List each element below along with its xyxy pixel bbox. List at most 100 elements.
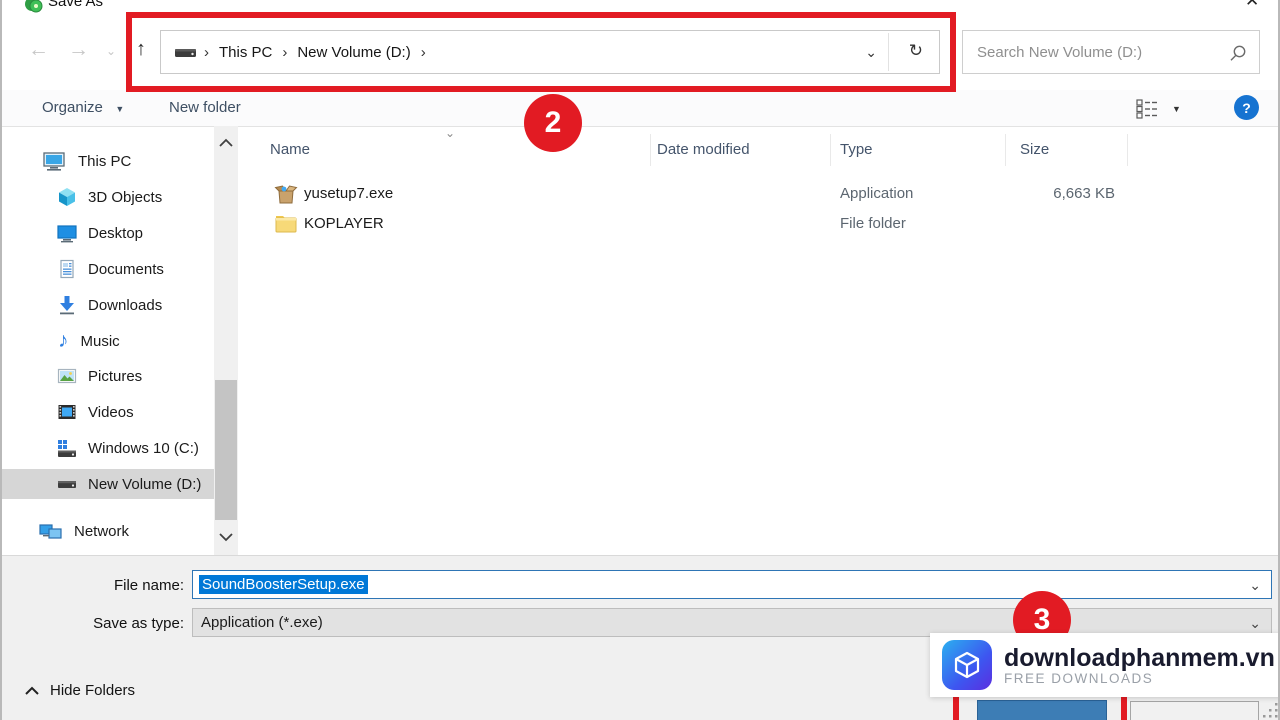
sidebar-label: New Volume (D:): [88, 476, 201, 493]
watermark-cube-icon: [942, 640, 992, 690]
downloads-icon: [56, 294, 78, 316]
scroll-down-icon[interactable]: [218, 532, 234, 542]
table-row[interactable]: yusetup7.exe Application 6,663 KB: [239, 180, 1279, 208]
app-icon: [24, 0, 43, 14]
save-as-type-dropdown-chevron-icon[interactable]: ⌄: [1249, 615, 1261, 632]
address-bar[interactable]: › This PC › New Volume (D:) › ⌄ ↻: [160, 30, 940, 74]
sidebar-item-documents[interactable]: Documents: [2, 254, 214, 284]
annotation-step-2: 2: [524, 94, 582, 152]
column-separator[interactable]: [650, 134, 651, 166]
search-box[interactable]: [962, 30, 1260, 74]
sidebar-label: Documents: [88, 261, 164, 278]
sidebar-item-videos[interactable]: Videos: [2, 397, 214, 427]
save-button[interactable]: [977, 700, 1107, 720]
column-header-date-modified[interactable]: Date modified: [657, 141, 750, 158]
recent-locations-chevron-icon[interactable]: ⌄: [106, 44, 116, 58]
column-header-type[interactable]: Type: [840, 141, 873, 158]
scroll-up-icon[interactable]: [218, 138, 234, 148]
network-icon: [38, 520, 64, 542]
sidebar-item-new-volume-d[interactable]: New Volume (D:): [2, 469, 214, 499]
drive-icon: [56, 473, 78, 495]
sidebar-item-3d-objects[interactable]: 3D Objects: [2, 182, 214, 212]
back-icon[interactable]: ←: [28, 38, 49, 62]
sidebar-label: Pictures: [88, 368, 142, 385]
file-name: KOPLAYER: [304, 215, 384, 232]
breadcrumb-chevron-icon: ›: [421, 44, 426, 61]
file-type: File folder: [840, 215, 906, 232]
sidebar-label: This PC: [78, 153, 131, 170]
sidebar-item-downloads[interactable]: Downloads: [2, 290, 214, 320]
new-folder-button[interactable]: New folder: [169, 99, 241, 117]
sidebar-label: 3D Objects: [88, 189, 162, 206]
scrollbar-thumb[interactable]: [215, 380, 237, 520]
videos-icon: [56, 401, 78, 423]
sidebar-item-network[interactable]: Network: [2, 516, 214, 546]
drive-icon: [174, 45, 198, 60]
title-bar: Save As ✕: [2, 0, 1278, 15]
file-name-dropdown-chevron-icon[interactable]: ⌄: [1249, 577, 1261, 594]
file-name: yusetup7.exe: [304, 185, 393, 202]
close-icon[interactable]: ✕: [1245, 0, 1259, 11]
sidebar-label: Downloads: [88, 297, 162, 314]
save-as-dialog: Save As ✕ ← → ⌄ ↑ › This PC › New Volume…: [0, 0, 1280, 720]
sidebar-item-this-pc[interactable]: This PC: [2, 146, 214, 176]
new-folder-label: New folder: [169, 99, 241, 116]
address-separator: [888, 33, 889, 71]
table-row[interactable]: KOPLAYER File folder: [239, 210, 1279, 238]
sidebar-item-pictures[interactable]: Pictures: [2, 361, 214, 391]
watermark-tagline: FREE DOWNLOADS: [1004, 671, 1275, 686]
column-separator[interactable]: [1127, 134, 1128, 166]
sidebar-label: Videos: [88, 404, 134, 421]
breadcrumb-chevron-icon: ›: [282, 44, 287, 61]
breadcrumb-this-pc[interactable]: This PC: [219, 44, 272, 61]
column-header-name[interactable]: Name: [270, 141, 310, 158]
sidebar-label: Network: [74, 523, 129, 540]
refresh-icon[interactable]: ↻: [909, 41, 923, 61]
folder-icon: [274, 212, 298, 236]
hide-folders-button[interactable]: Hide Folders: [24, 682, 135, 699]
3d-objects-icon: [56, 186, 78, 208]
up-icon[interactable]: ↑: [136, 38, 146, 61]
column-separator[interactable]: [830, 134, 831, 166]
music-icon: ♪: [58, 331, 69, 351]
save-as-type-value: Application (*.exe): [201, 614, 323, 631]
sidebar-label: Windows 10 (C:): [88, 440, 199, 457]
watermark-brand: downloadphanmem.vn: [1004, 645, 1275, 671]
organize-button[interactable]: Organize ▼: [42, 99, 124, 117]
sidebar-item-music[interactable]: ♪ Music: [2, 326, 214, 356]
save-as-type-label: Save as type:: [2, 615, 184, 632]
search-icon[interactable]: [1229, 44, 1247, 62]
search-input[interactable]: [963, 44, 1227, 61]
installer-icon: [274, 182, 298, 206]
documents-icon: [56, 258, 78, 280]
drive-windows-icon: [56, 437, 78, 459]
watermark: downloadphanmem.vn FREE DOWNLOADS: [930, 633, 1280, 697]
resize-grip[interactable]: [1262, 702, 1279, 719]
sidebar-label: Desktop: [88, 225, 143, 242]
chevron-up-icon: [24, 686, 40, 696]
view-details-icon[interactable]: [1135, 98, 1159, 119]
address-dropdown-chevron-icon[interactable]: ⌄: [865, 44, 877, 61]
file-type: Application: [840, 185, 913, 202]
column-separator[interactable]: [1005, 134, 1006, 166]
forward-icon[interactable]: →: [68, 38, 89, 62]
this-pc-icon: [42, 150, 66, 172]
column-header-size[interactable]: Size: [1020, 141, 1049, 158]
organize-menu-arrow-icon: ▼: [115, 104, 124, 114]
breadcrumb-chevron-icon: ›: [204, 44, 209, 61]
window-title: Save As: [48, 0, 103, 10]
sort-chevron-icon: ⌄: [445, 126, 455, 140]
help-icon[interactable]: ?: [1234, 95, 1259, 120]
desktop-icon: [56, 222, 78, 244]
view-menu-arrow-icon[interactable]: ▼: [1172, 104, 1181, 114]
file-size: 6,663 KB: [939, 185, 1115, 202]
file-name-value: SoundBoosterSetup.exe: [199, 575, 368, 594]
breadcrumb-current-folder[interactable]: New Volume (D:): [297, 44, 410, 61]
sidebar-item-windows-c[interactable]: Windows 10 (C:): [2, 433, 214, 463]
sidebar-item-desktop[interactable]: Desktop: [2, 218, 214, 248]
file-name-input[interactable]: SoundBoosterSetup.exe ⌄: [192, 570, 1272, 599]
file-name-label: File name:: [2, 577, 184, 594]
cancel-button[interactable]: [1130, 701, 1259, 720]
sidebar-label: Music: [81, 333, 120, 350]
organize-label: Organize: [42, 99, 103, 116]
